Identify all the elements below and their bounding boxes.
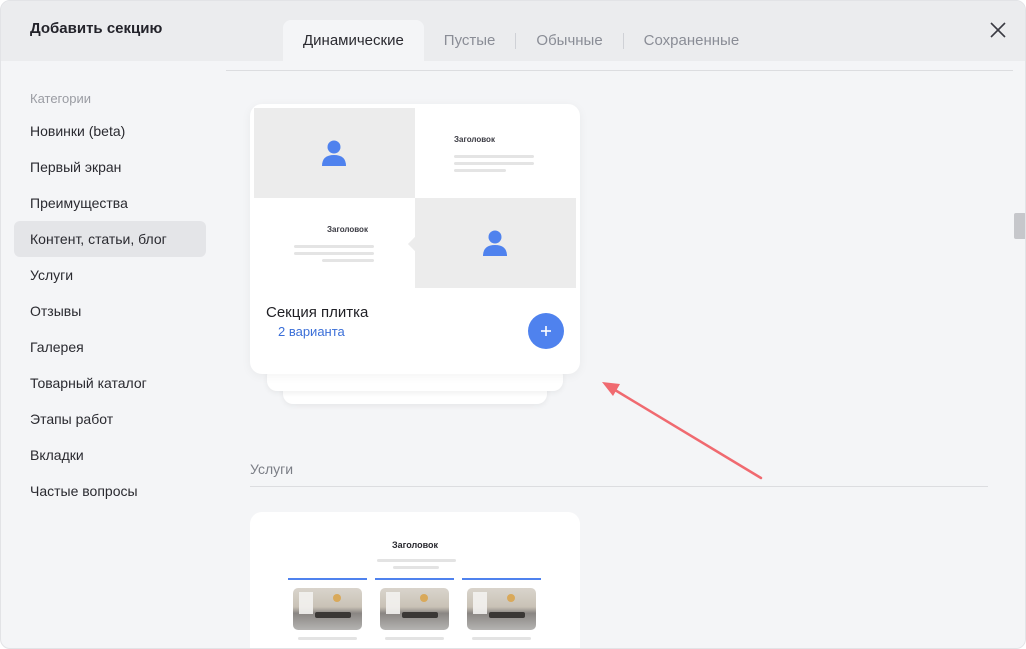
preview-accent-bar (462, 578, 541, 580)
category-item-catalog[interactable]: Товарный каталог (14, 365, 206, 401)
category-sidebar: Категории Новинки (beta) Первый экран Пр… (1, 61, 226, 648)
preview-line (385, 637, 444, 640)
tab-empty[interactable]: Пустые (424, 20, 516, 61)
preview-line (472, 637, 531, 640)
category-item-faq[interactable]: Частые вопросы (14, 473, 206, 509)
dialog-header: Добавить секцию Динамические Пустые Обыч… (1, 1, 1025, 61)
preview-text-cell: Заголовок (415, 108, 576, 198)
card-title: Секция плитка (266, 304, 369, 321)
preview-text-cell: Заголовок (254, 198, 415, 288)
category-item-reviews[interactable]: Отзывы (14, 293, 206, 329)
divider (226, 70, 1013, 71)
preview-photo (293, 588, 362, 630)
preview-photo (467, 588, 536, 630)
divider (250, 486, 988, 487)
preview-accent-bar (375, 578, 454, 580)
preview-line (393, 566, 439, 569)
preview-line (377, 559, 456, 562)
preview-line (298, 637, 357, 640)
tab-dynamic[interactable]: Динамические (283, 20, 424, 61)
section-gallery: Заголовок Заголовок Секция плитка 2 вари… (226, 61, 1013, 648)
preview-photo (380, 588, 449, 630)
user-icon (483, 230, 507, 256)
user-icon (322, 140, 346, 166)
section-heading-services: Услуги (250, 461, 294, 477)
dialog-title: Добавить секцию (30, 20, 163, 37)
category-item-advantages[interactable]: Преимущества (14, 185, 206, 221)
scrollbar[interactable] (1013, 61, 1025, 648)
preview-heading: Заголовок (391, 540, 439, 550)
preview-line (454, 162, 534, 165)
add-section-button[interactable] (528, 313, 564, 349)
preview-heading: Заголовок (327, 225, 368, 234)
tab-saved[interactable]: Сохраненные (624, 20, 760, 61)
scrollbar-thumb[interactable] (1014, 213, 1025, 239)
plus-icon (541, 326, 551, 336)
section-card-tile[interactable]: Заголовок Заголовок Секция плитка 2 вари… (250, 104, 580, 374)
preview-service-item (288, 578, 367, 648)
preview-service-item (462, 578, 541, 648)
preview-image-cell (415, 198, 576, 288)
categories-heading: Категории (30, 91, 91, 106)
preview-heading: Заголовок (454, 135, 495, 144)
tab-regular[interactable]: Обычные (516, 20, 622, 61)
add-section-dialog: Добавить секцию Динамические Пустые Обыч… (0, 0, 1026, 649)
category-item-stages[interactable]: Этапы работ (14, 401, 206, 437)
preview-image-cell (254, 108, 415, 198)
category-item-services[interactable]: Услуги (14, 257, 206, 293)
category-item-content[interactable]: Контент, статьи, блог (14, 221, 206, 257)
tab-bar: Динамические Пустые Обычные Сохраненные (283, 20, 759, 61)
category-item-gallery[interactable]: Галерея (14, 329, 206, 365)
category-item-new[interactable]: Новинки (beta) (14, 113, 206, 149)
preview-line (294, 252, 374, 255)
preview-accent-bar (288, 578, 367, 580)
section-card-services[interactable]: Заголовок (250, 512, 580, 648)
preview-line (322, 259, 374, 262)
category-list: Новинки (beta) Первый экран Преимущества… (14, 113, 206, 509)
preview-line (454, 169, 506, 172)
preview-service-item (375, 578, 454, 648)
variants-link[interactable]: 2 варианта (278, 324, 345, 339)
category-item-tabs[interactable]: Вкладки (14, 437, 206, 473)
preview-line (294, 245, 374, 248)
close-icon[interactable] (987, 19, 1009, 41)
preview-line (454, 155, 534, 158)
category-item-first-screen[interactable]: Первый экран (14, 149, 206, 185)
section-preview: Заголовок Заголовок (254, 108, 576, 288)
